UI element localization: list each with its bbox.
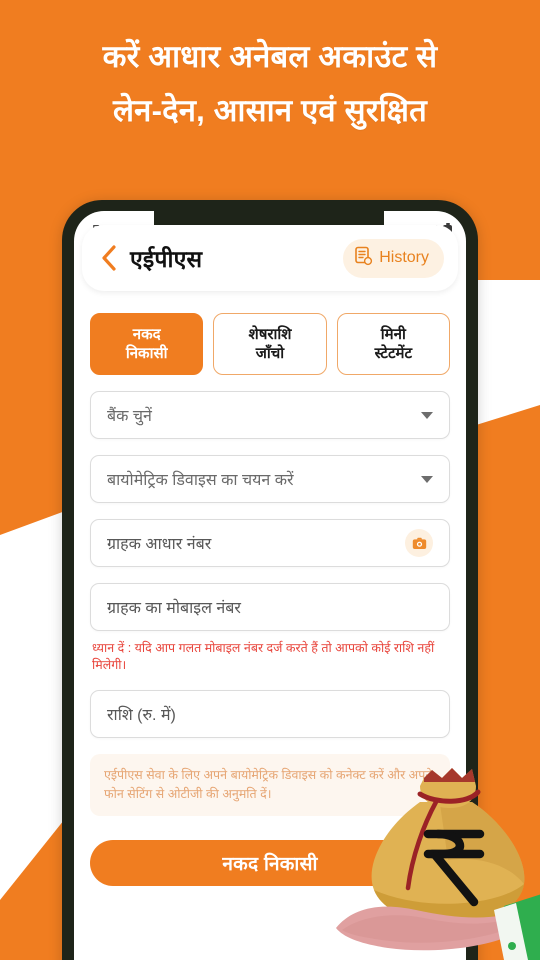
history-document-icon	[354, 246, 373, 271]
bank-select-label: बैंक चुनें	[107, 408, 152, 425]
biometric-device-select-label: बायोमेट्रिक डिवाइस का चयन करें	[107, 472, 294, 489]
info-note: एईपीएस सेवा के लिए अपने बायोमेट्रिक डिवा…	[90, 754, 450, 816]
page-title: करें आधार अनेबल अकाउंट से लेन-देन, आसान …	[0, 30, 540, 138]
tab-balance-enquiry-line2: जाँचो	[255, 345, 285, 362]
mobile-number-placeholder: ग्राहक का मोबाइल नंबर	[107, 600, 241, 617]
biometric-device-select[interactable]: बायोमेट्रिक डिवाइस का चयन करें	[90, 455, 450, 503]
mobile-number-input[interactable]: ग्राहक का मोबाइल नंबर	[90, 583, 450, 631]
amount-input[interactable]: राशि (रु. में)	[90, 690, 450, 738]
chevron-down-icon	[421, 411, 433, 419]
amount-placeholder: राशि (रु. में)	[107, 707, 176, 724]
aadhaar-number-placeholder: ग्राहक आधार नंबर	[107, 536, 212, 553]
history-button[interactable]: History	[343, 238, 444, 278]
history-label: History	[379, 249, 429, 266]
aadhaar-number-input[interactable]: ग्राहक आधार नंबर	[90, 519, 450, 567]
tab-mini-statement[interactable]: मिनी स्टेटमेंट	[336, 313, 450, 375]
submit-button-label: नकद निकासी	[222, 854, 318, 875]
headline-line-1: करें आधार अनेबल अकाउंट से	[102, 39, 438, 74]
tab-mini-statement-line2: स्टेटमेंट	[374, 345, 413, 362]
tab-mini-statement-line1: मिनी	[380, 326, 406, 343]
submit-button[interactable]: नकद निकासी	[90, 840, 450, 886]
tab-balance-enquiry-line1: शेषराशि	[248, 326, 292, 343]
tab-cash-withdrawal-line1: नकद	[132, 326, 161, 343]
chevron-down-icon	[421, 475, 433, 483]
phone-screen: 5:10 VoLTE LTE1 4G 4T 82%	[74, 211, 466, 960]
phone-mockup: 5:10 VoLTE LTE1 4G 4T 82%	[62, 200, 478, 960]
tab-cash-withdrawal-line2: निकासी	[125, 345, 168, 362]
camera-icon[interactable]	[405, 529, 433, 557]
app-header: एईपीएस History	[82, 225, 458, 291]
tab-balance-enquiry[interactable]: शेषराशि जाँचो	[213, 313, 327, 375]
back-chevron-icon[interactable]	[96, 245, 122, 271]
screen-content: नकद निकासी शेषराशि जाँचो मिनी स्टेटमेंट …	[74, 303, 466, 960]
tab-bar: नकद निकासी शेषराशि जाँचो मिनी स्टेटमेंट	[90, 313, 450, 375]
app-title: एईपीएस	[130, 246, 203, 272]
bank-select[interactable]: बैंक चुनें	[90, 391, 450, 439]
mobile-warning-text: ध्यान दें : यदि आप गलत मोबाइल नंबर दर्ज …	[92, 641, 435, 672]
tab-cash-withdrawal[interactable]: नकद निकासी	[90, 313, 204, 375]
headline-line-2: लेन-देन, आसान एवं सुरक्षित	[112, 93, 428, 128]
